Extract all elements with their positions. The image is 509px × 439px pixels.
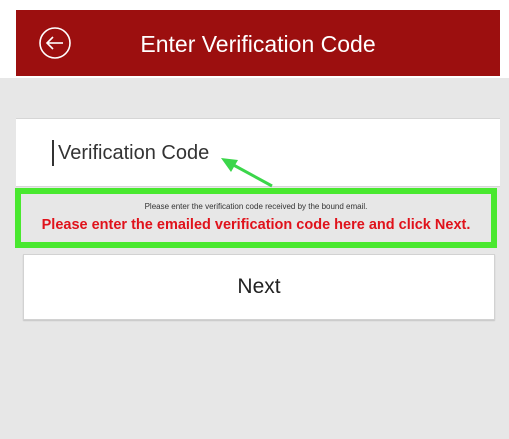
annotation-text: Please enter the emailed verification co… — [41, 217, 471, 233]
app-bar: Enter Verification Code — [16, 10, 500, 76]
verification-screen: Enter Verification Code Please enter the… — [0, 0, 509, 439]
verification-code-row — [16, 118, 500, 187]
header-area: Enter Verification Code — [0, 0, 509, 78]
verification-code-input[interactable] — [52, 140, 478, 166]
instruction-text: Please enter the verification code recei… — [144, 202, 368, 211]
next-button[interactable]: Next — [23, 254, 495, 320]
annotation-highlight-box: Please enter the verification code recei… — [15, 188, 497, 248]
page-title: Enter Verification Code — [140, 31, 376, 57]
